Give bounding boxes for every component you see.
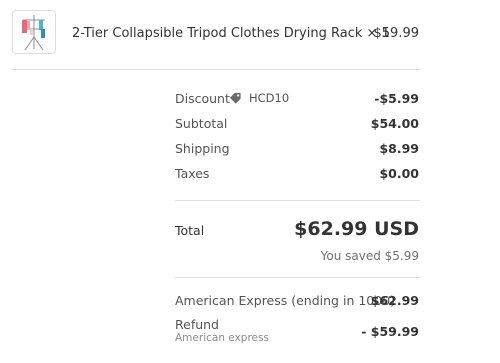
savings-text: You saved $5.99 bbox=[320, 249, 419, 263]
payment-amount: $62.99 bbox=[370, 293, 419, 308]
refund-amount: - $59.99 bbox=[361, 324, 419, 339]
refund-label: Refund bbox=[175, 317, 219, 332]
discount-code: HCD10 bbox=[249, 91, 290, 105]
divider bbox=[175, 277, 420, 278]
tag-icon bbox=[229, 92, 241, 104]
drying-rack-image bbox=[13, 11, 55, 53]
discount-value: -$5.99 bbox=[374, 91, 419, 106]
shipping-label: Shipping bbox=[175, 141, 230, 156]
refund-method: American express bbox=[175, 332, 269, 344]
divider bbox=[175, 200, 420, 201]
subtotal-value: $54.00 bbox=[370, 116, 419, 131]
shipping-value: $8.99 bbox=[379, 141, 419, 156]
payment-method-label: American Express (ending in 1000) bbox=[175, 293, 396, 308]
total-label: Total bbox=[175, 223, 205, 238]
divider bbox=[12, 69, 420, 70]
discount-label: Discount bbox=[175, 91, 230, 106]
subtotal-label: Subtotal bbox=[175, 116, 228, 131]
product-thumbnail bbox=[12, 10, 56, 54]
product-name: 2-Tier Collapsible Tripod Clothes Drying… bbox=[72, 26, 363, 41]
taxes-value: $0.00 bbox=[379, 166, 419, 181]
product-title: 2-Tier Collapsible Tripod Clothes Drying… bbox=[72, 26, 390, 41]
product-price: $59.99 bbox=[373, 26, 420, 41]
total-amount: $62.99 USD bbox=[294, 218, 419, 240]
taxes-label: Taxes bbox=[175, 166, 210, 181]
